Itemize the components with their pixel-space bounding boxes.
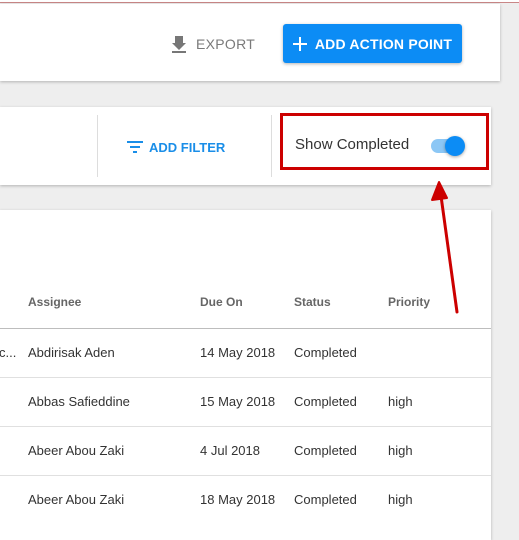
due-on-cell: 14 May 2018 [200,345,276,360]
priority-cell: high [388,443,413,458]
action-points-table: Assignee Due On Status Priority c... Abd… [0,210,491,540]
priority-cell: high [388,492,413,507]
assignee-cell: Abeer Abou Zaki [28,492,125,507]
table-row[interactable]: c... Abdirisak Aden 14 May 2018 Complete… [0,328,491,377]
column-header-due-on[interactable]: Due On [200,295,243,309]
status-cell: Completed [294,443,357,458]
filter-icon [127,141,143,153]
status-cell: Completed [294,345,357,360]
add-filter-label: ADD FILTER [149,139,226,155]
top-edge [0,0,519,3]
status-cell: Completed [294,492,357,507]
column-header-status[interactable]: Status [294,295,331,309]
assignee-cell: Abbas Safieddine [28,394,130,409]
add-action-point-button[interactable]: ADD ACTION POINT [283,24,462,63]
plus-icon [292,36,307,51]
status-cell: Completed [294,394,357,409]
assignee-cell: Abeer Abou Zaki [28,443,125,458]
due-on-cell: 15 May 2018 [200,394,276,409]
table-row[interactable]: Abeer Abou Zaki 18 May 2018 Completed hi… [0,475,491,524]
divider [97,115,98,177]
annotation-highlight-box [280,113,489,170]
column-header-priority[interactable]: Priority [388,295,430,309]
export-button[interactable]: EXPORT [170,32,255,56]
export-label: EXPORT [196,36,256,52]
download-icon [172,36,186,53]
assignee-cell: Abdirisak Aden [28,345,115,360]
priority-cell: high [388,394,413,409]
divider [271,115,272,177]
column-header-assignee[interactable]: Assignee [28,295,81,309]
add-action-point-label: ADD ACTION POINT [314,35,453,52]
table-row[interactable]: Abbas Safieddine 15 May 2018 Completed h… [0,377,491,426]
truncated-cell: c... [0,345,17,360]
due-on-cell: 18 May 2018 [200,492,276,507]
add-filter-button[interactable]: ADD FILTER [127,138,225,156]
table-row[interactable]: Abeer Abou Zaki 4 Jul 2018 Completed hig… [0,426,491,475]
page-header: EXPORT ADD ACTION POINT [0,4,500,81]
due-on-cell: 4 Jul 2018 [200,443,260,458]
